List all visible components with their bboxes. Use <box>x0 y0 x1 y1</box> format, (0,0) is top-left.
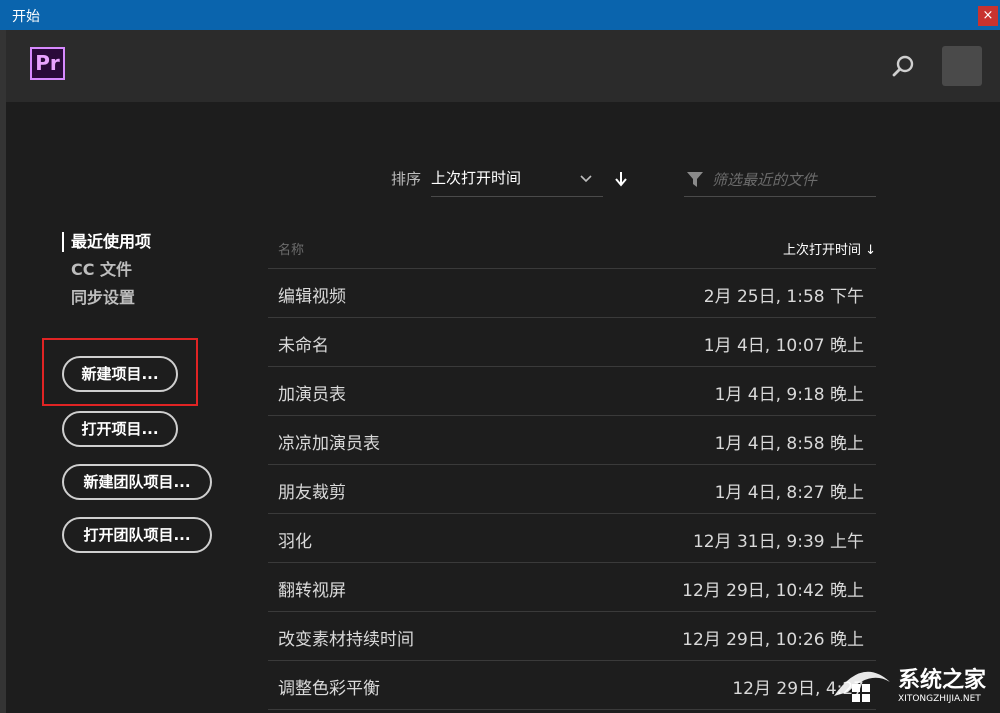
watermark-subtext: XITONGZHIJIA.NET <box>898 694 981 704</box>
header: Pr <box>6 30 1000 102</box>
file-date: 12月 29日, 10:26 晚上 <box>682 630 864 650</box>
table-row[interactable]: 改变素材持续时间 12月 29日, 10:26 晚上 <box>268 612 876 661</box>
file-name: 羽化 <box>278 532 312 552</box>
sort-direction-icon[interactable] <box>613 170 629 188</box>
recent-files-table: 名称 上次打开时间 ↓ 编辑视频 2月 25日, 1:58 下午 未命名 1月 … <box>268 228 876 710</box>
file-date: 12月 31日, 9:39 上午 <box>692 532 864 552</box>
nav-item-recent[interactable]: 最近使用项 <box>62 228 151 256</box>
sort-label: 排序 <box>391 170 422 188</box>
table-header: 名称 上次打开时间 ↓ <box>268 228 876 269</box>
file-name: 翻转视屏 <box>278 581 346 601</box>
file-date: 1月 4日, 8:58 晚上 <box>714 434 864 454</box>
nav-item-sync-settings[interactable]: 同步设置 <box>62 284 151 312</box>
sort-dropdown[interactable]: 上次打开时间 <box>431 162 603 197</box>
filter-input[interactable] <box>710 166 874 194</box>
title-bar: 开始 × <box>0 0 1000 30</box>
avatar[interactable] <box>942 46 982 86</box>
search-icon[interactable] <box>892 54 916 78</box>
file-name: 凉凉加演员表 <box>278 434 380 454</box>
file-date: 12月 29日, 10:42 晚上 <box>682 581 864 601</box>
table-row[interactable]: 凉凉加演员表 1月 4日, 8:58 晚上 <box>268 416 876 465</box>
file-date: 2月 25日, 1:58 下午 <box>703 287 864 307</box>
nav-item-cc-files[interactable]: CC 文件 <box>62 256 151 284</box>
start-window: 开始 × Pr 最近使用项 CC 文件 同步设置 新建项目... 打开项目...… <box>0 0 1000 713</box>
table-row[interactable]: 未命名 1月 4日, 10:07 晚上 <box>268 318 876 367</box>
open-team-project-button[interactable]: 打开团队项目... <box>62 517 212 553</box>
file-name: 调整色彩平衡 <box>278 679 380 699</box>
new-team-project-button[interactable]: 新建团队项目... <box>62 464 212 500</box>
watermark-text: 系统之家 <box>898 668 987 693</box>
file-name: 未命名 <box>278 336 329 356</box>
open-project-button[interactable]: 打开项目... <box>62 411 178 447</box>
file-name: 朋友裁剪 <box>278 483 346 503</box>
premiere-logo: Pr <box>30 47 65 80</box>
filter-box <box>684 162 876 197</box>
file-name: 加演员表 <box>278 385 346 405</box>
window-title: 开始 <box>12 9 40 25</box>
sidebar-nav: 最近使用项 CC 文件 同步设置 <box>62 228 151 312</box>
file-date: 1月 4日, 9:18 晚上 <box>714 385 864 405</box>
chevron-down-icon <box>580 175 592 183</box>
filter-icon <box>687 172 703 187</box>
table-row[interactable]: 编辑视频 2月 25日, 1:58 下午 <box>268 269 876 318</box>
close-button[interactable]: × <box>978 6 998 26</box>
left-edge <box>0 30 6 713</box>
watermark-logo-icon <box>834 671 890 702</box>
file-name: 编辑视频 <box>278 287 346 307</box>
sort-selected-value: 上次打开时间 <box>431 169 522 187</box>
table-row[interactable]: 翻转视屏 12月 29日, 10:42 晚上 <box>268 563 876 612</box>
table-row[interactable]: 加演员表 1月 4日, 9:18 晚上 <box>268 367 876 416</box>
watermark: 系统之家 XITONGZHIJIA.NET <box>826 660 996 710</box>
table-row[interactable]: 朋友裁剪 1月 4日, 8:27 晚上 <box>268 465 876 514</box>
table-row[interactable]: 调整色彩平衡 12月 29日, 4:27 <box>268 661 876 710</box>
file-name: 改变素材持续时间 <box>278 630 414 650</box>
column-header-last-opened[interactable]: 上次打开时间 ↓ <box>783 239 876 258</box>
file-date: 1月 4日, 8:27 晚上 <box>714 483 864 503</box>
file-date: 1月 4日, 10:07 晚上 <box>703 336 864 356</box>
column-header-name[interactable]: 名称 <box>278 239 304 258</box>
table-row[interactable]: 羽化 12月 31日, 9:39 上午 <box>268 514 876 563</box>
new-project-button[interactable]: 新建项目... <box>62 356 178 392</box>
